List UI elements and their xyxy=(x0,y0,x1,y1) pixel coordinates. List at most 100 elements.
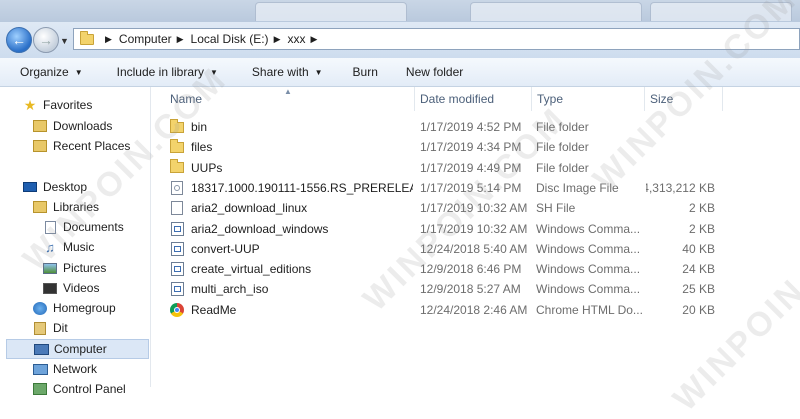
column-divider[interactable] xyxy=(722,87,723,111)
file-name-cell[interactable]: 18317.1000.190111-1556.RS_PRERELEASE_... xyxy=(169,178,413,198)
burn-button[interactable]: Burn xyxy=(337,65,392,79)
file-name: convert-UUP xyxy=(191,241,260,256)
recent-places-icon xyxy=(32,139,48,153)
include-in-library-button[interactable]: Include in library ▼ xyxy=(97,65,232,79)
file-size xyxy=(646,117,715,137)
file-date: 1/17/2019 4:49 PM xyxy=(420,160,522,175)
file-type: SH File xyxy=(536,201,576,216)
nav-videos[interactable]: Videos xyxy=(42,278,99,298)
file-size: 40 KB xyxy=(682,241,715,256)
nav-recent-places[interactable]: Recent Places xyxy=(32,136,130,156)
column-header-label: Date modified xyxy=(420,92,495,106)
back-button[interactable]: ← xyxy=(6,27,32,53)
organize-button[interactable]: Organize ▼ xyxy=(0,65,97,79)
nav-label: Desktop xyxy=(43,180,88,194)
file-list: ▲ Name Date modified Type Size bin 1/17/2… xyxy=(151,87,800,387)
file-name-cell[interactable]: multi_arch_iso xyxy=(169,279,413,299)
command-bar: Organize ▼ Include in library ▼ Share with… xyxy=(0,58,800,87)
file-name-cell[interactable]: ReadMe xyxy=(169,300,413,320)
file-size: 25 KB xyxy=(682,282,715,297)
background-tab[interactable] xyxy=(255,2,407,21)
recent-pages-dropdown[interactable]: ▼ xyxy=(60,36,69,46)
nav-favorites[interactable]: ★ Favorites xyxy=(22,95,93,115)
breadcrumb-computer[interactable]: Computer ▶ xyxy=(119,32,191,46)
chevron-right-icon: ▶ xyxy=(273,33,281,44)
breadcrumb-xxx[interactable]: xxx ▶ xyxy=(287,32,324,46)
nav-desktop[interactable]: Desktop xyxy=(22,177,87,197)
file-size xyxy=(646,137,715,157)
file-date: 12/24/2018 2:46 AM xyxy=(420,302,528,317)
file-name-cell[interactable]: aria2_download_windows xyxy=(169,219,413,239)
file-row[interactable]: aria2_download_windows 1/17/2019 10:32 AM… xyxy=(151,219,800,239)
nav-label: Downloads xyxy=(53,119,113,133)
new-folder-button[interactable]: New folder xyxy=(392,65,477,79)
chevron-down-icon: ▼ xyxy=(74,67,83,77)
file-name-cell[interactable]: files xyxy=(169,137,413,157)
file-row[interactable]: convert-UUP 12/24/2018 5:40 AM Windows Com… xyxy=(151,239,800,259)
nav-music[interactable]: ♫ Music xyxy=(42,237,94,257)
breadcrumb-local-disk[interactable]: Local Disk (E:) ▶ xyxy=(191,32,288,46)
nav-network[interactable]: Network xyxy=(32,359,97,379)
nav-computer[interactable]: Computer xyxy=(6,339,149,359)
file-type: Windows Comma... xyxy=(536,262,641,277)
folder-icon xyxy=(169,138,185,155)
share-with-button[interactable]: Share with ▼ xyxy=(232,65,337,79)
file-row[interactable]: aria2_download_linux 1/17/2019 10:32 AM SH… xyxy=(151,198,800,218)
videos-icon xyxy=(42,281,58,295)
breadcrumb-label: xxx xyxy=(287,32,306,46)
column-header-size[interactable]: Size xyxy=(644,87,722,111)
file-size xyxy=(646,158,715,178)
forward-button[interactable]: → xyxy=(33,27,59,53)
nav-homegroup[interactable]: Homegroup xyxy=(32,298,116,318)
nav-pictures[interactable]: Pictures xyxy=(42,258,106,278)
folder-icon xyxy=(169,118,185,135)
arrow-right-icon: → xyxy=(39,32,53,48)
breadcrumb-root-arrow[interactable]: ▶ xyxy=(100,34,119,45)
nav-libraries[interactable]: Libraries xyxy=(32,197,99,217)
background-tab[interactable] xyxy=(470,2,642,21)
column-header-type[interactable]: Type xyxy=(531,87,644,111)
file-row[interactable]: files 1/17/2019 4:34 PM File folder xyxy=(151,137,800,157)
organize-label: Organize xyxy=(20,65,69,79)
background-tab[interactable] xyxy=(650,2,792,21)
file-row[interactable]: multi_arch_iso 12/9/2018 5:27 AM Windows C… xyxy=(151,279,800,299)
include-in-library-label: Include in library xyxy=(116,65,204,79)
file-row[interactable]: ReadMe 12/24/2018 2:46 AM Chrome HTML Do..… xyxy=(151,300,800,320)
file-name-cell[interactable]: UUPs xyxy=(169,158,413,178)
file-name-cell[interactable]: create_virtual_editions xyxy=(169,259,413,279)
file-size: 20 KB xyxy=(682,302,715,317)
disc-image-icon xyxy=(169,180,185,196)
desktop-icon xyxy=(22,180,38,194)
file-name: ReadMe xyxy=(191,302,237,317)
file-row[interactable]: bin 1/17/2019 4:52 PM File folder xyxy=(151,117,800,137)
nav-user-folder[interactable]: Dit xyxy=(32,318,68,338)
column-header-name[interactable]: Name xyxy=(164,87,414,111)
file-row[interactable]: UUPs 1/17/2019 4:49 PM File folder xyxy=(151,158,800,178)
nav-downloads[interactable]: Downloads xyxy=(32,116,112,136)
file-type: File folder xyxy=(536,120,589,134)
music-icon: ♫ xyxy=(45,239,55,255)
file-type: Windows Comma... xyxy=(536,241,641,256)
chevron-right-icon: ▶ xyxy=(310,33,318,44)
file-type: File folder xyxy=(536,140,589,155)
file-row[interactable]: create_virtual_editions 12/9/2018 6:46 PM… xyxy=(151,259,800,279)
column-header-date-modified[interactable]: Date modified xyxy=(414,87,531,111)
browser-tab-strip xyxy=(0,0,800,22)
nav-label: Recent Places xyxy=(53,139,131,153)
file-name-cell[interactable]: aria2_download_linux xyxy=(169,198,413,218)
address-bar[interactable]: ▶ Computer ▶ Local Disk (E:) ▶ xxx ▶ xyxy=(73,28,800,50)
documents-icon xyxy=(42,220,58,234)
file-name-cell[interactable]: convert-UUP xyxy=(169,239,413,259)
nav-control-panel[interactable]: Control Panel xyxy=(32,379,126,399)
cmd-file-icon xyxy=(169,241,185,257)
file-row[interactable]: 18317.1000.190111-1556.RS_PRERELEASE_...… xyxy=(151,178,800,198)
arrow-left-icon: ← xyxy=(12,32,26,48)
nav-documents[interactable]: Documents xyxy=(42,217,124,237)
file-name-cell[interactable]: bin xyxy=(169,117,413,137)
star-icon: ★ xyxy=(23,96,37,113)
file-name: 18317.1000.190111-1556.RS_PRERELEASE_... xyxy=(191,180,413,195)
file-type: Windows Comma... xyxy=(536,221,641,236)
file-type: File folder xyxy=(536,160,589,175)
file-name: aria2_download_windows xyxy=(191,221,329,236)
file-date: 1/17/2019 4:52 PM xyxy=(420,120,522,134)
